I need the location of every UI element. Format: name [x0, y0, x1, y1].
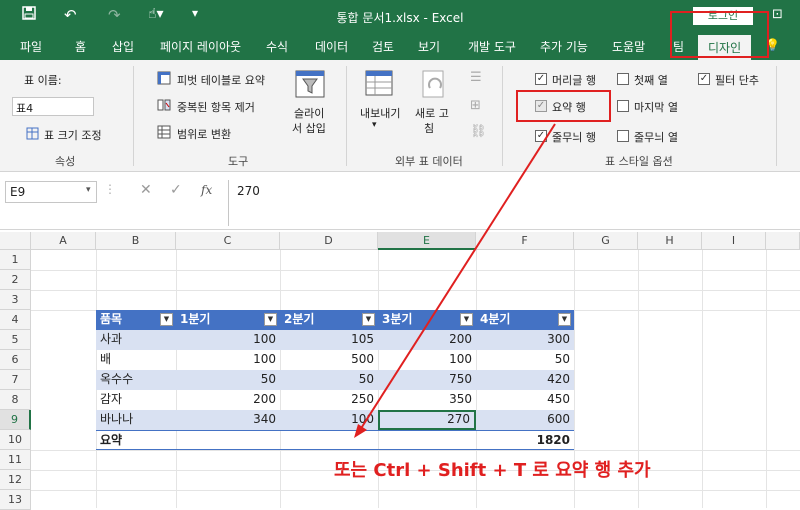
annotation-arrow	[354, 123, 556, 438]
annotation-text: 또는 Ctrl + Shift + T 로 요약 행 추가	[334, 460, 651, 481]
